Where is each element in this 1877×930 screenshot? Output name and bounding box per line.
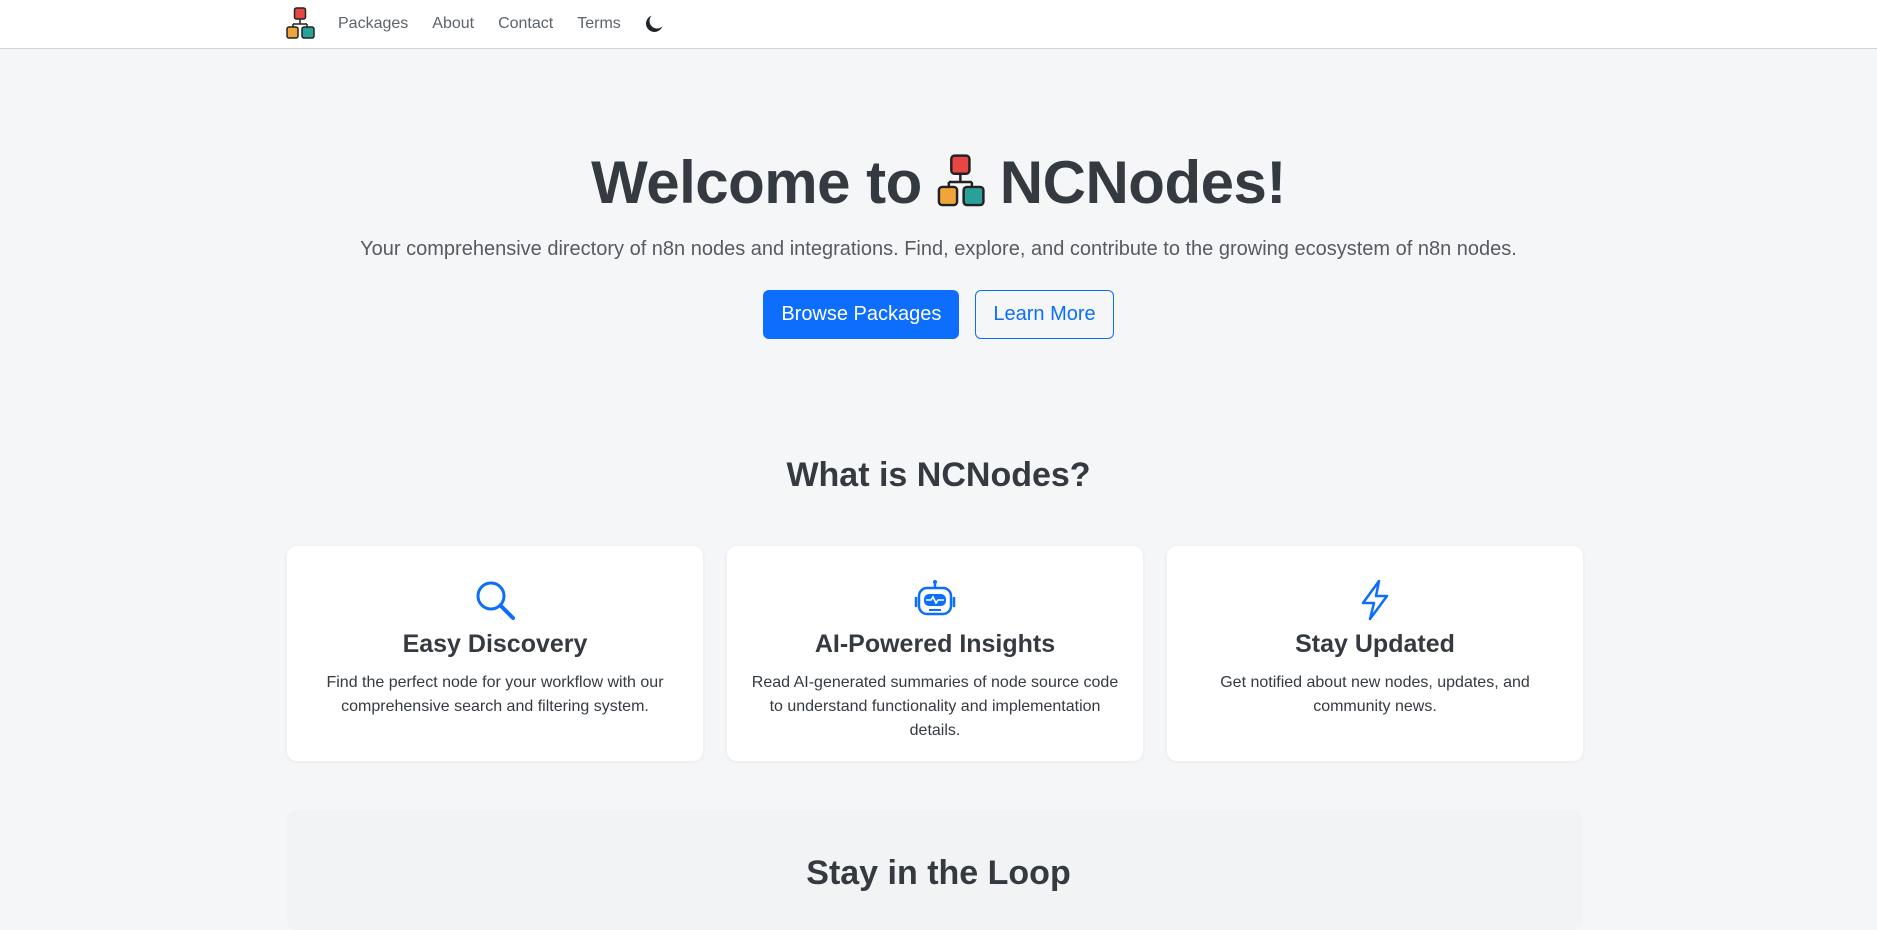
card-title: Stay Updated — [1295, 630, 1455, 658]
search-icon — [476, 581, 515, 620]
feature-card-updates: Stay Updated Get notified about new node… — [1167, 546, 1583, 761]
browse-packages-button[interactable]: Browse Packages — [763, 290, 960, 339]
card-title: AI-Powered Insights — [814, 630, 1056, 658]
lightning-icon — [1361, 579, 1389, 621]
hero-title-welcome: Welcome to — [591, 148, 922, 216]
newsletter-heading: Stay in the Loop — [806, 854, 1071, 892]
card-title: Easy Discovery — [402, 630, 588, 658]
ncnodes-logo-icon — [937, 154, 985, 207]
feature-card-discovery: Easy Discovery Find the perfect node for… — [287, 546, 703, 761]
section-heading-what-is: What is NCNodes? — [786, 456, 1091, 494]
card-text: Read AI-generated summaries of node sour… — [751, 674, 1119, 739]
hero-buttons: Browse Packages Learn More — [0, 290, 1877, 339]
nav-link-terms[interactable]: Terms — [577, 15, 621, 33]
ncnodes-logo-icon[interactable] — [286, 7, 316, 41]
robot-icon — [914, 580, 956, 616]
navbar: Packages About Contact Terms — [0, 0, 1877, 49]
card-text: Find the perfect node for your workflow … — [326, 674, 664, 715]
nav-inner: Packages About Contact Terms — [286, 0, 663, 48]
hero-title-brand: NCNodes! — [999, 148, 1287, 216]
learn-more-button[interactable]: Learn More — [975, 290, 1114, 339]
feature-cards: Easy Discovery Find the perfect node for… — [287, 546, 1583, 761]
hero-title: Welcome to NCNodes! — [0, 142, 1877, 222]
card-text: Get notified about new nodes, updates, a… — [1220, 674, 1530, 715]
feature-card-ai: AI-Powered Insights Read AI-generated su… — [727, 546, 1143, 761]
nav-link-packages[interactable]: Packages — [338, 15, 408, 33]
nav-link-about[interactable]: About — [432, 15, 474, 33]
nav-link-contact[interactable]: Contact — [498, 15, 553, 33]
hero-subtitle: Your comprehensive directory of n8n node… — [360, 238, 1517, 260]
moon-icon[interactable] — [645, 15, 663, 33]
